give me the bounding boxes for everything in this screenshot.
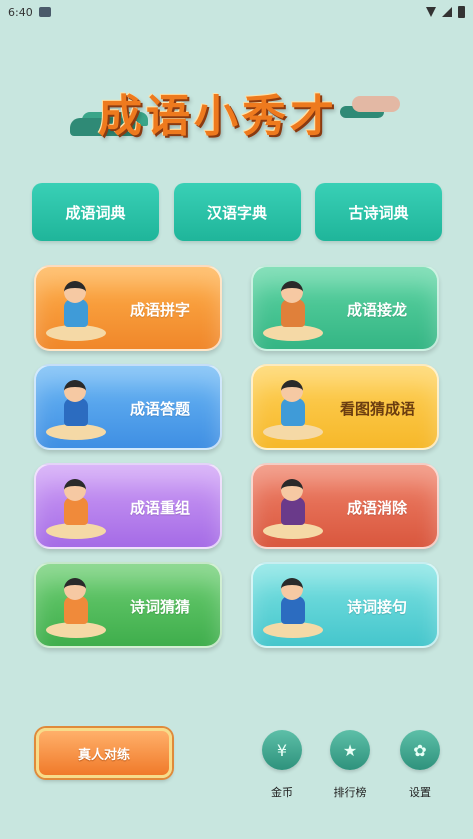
- game-card-idiom-reorder[interactable]: 成语重组: [34, 463, 222, 549]
- gear-icon: ✿: [400, 730, 440, 770]
- game-card-label: 成语消除: [346, 499, 407, 517]
- dictionary-button-label: 古诗词典: [348, 203, 409, 222]
- nav-coins[interactable]: ¥ 金币: [257, 730, 307, 800]
- game-card-poetry-continue[interactable]: 诗词接句: [251, 562, 439, 648]
- game-card-label: 成语答题: [129, 400, 190, 418]
- live-match-button[interactable]: 真人对练: [36, 728, 172, 778]
- game-card-label: 诗词猜猜: [129, 598, 190, 616]
- idiom-dictionary-button[interactable]: 成语词典: [32, 183, 159, 241]
- character-illustration: [263, 578, 325, 638]
- character-illustration: [263, 380, 325, 440]
- character-illustration: [46, 281, 108, 341]
- game-card-label: 成语接龙: [346, 301, 407, 319]
- game-card-idiom-spelling[interactable]: 成语拼字: [34, 265, 222, 351]
- game-card-idiom-eliminate[interactable]: 成语消除: [251, 463, 439, 549]
- dictionary-button-label: 汉语字典: [206, 203, 267, 222]
- character-illustration: [46, 380, 108, 440]
- nav-leaderboard[interactable]: ★ 排行榜: [325, 730, 375, 800]
- game-card-label: 成语重组: [129, 499, 190, 517]
- nav-label: 金币: [271, 786, 293, 799]
- coin-bag-icon: ¥: [262, 730, 302, 770]
- chinese-dictionary-button[interactable]: 汉语字典: [173, 183, 301, 241]
- game-card-idiom-chain[interactable]: 成语接龙: [251, 265, 439, 351]
- app-title: 成语小秀才: [98, 91, 338, 142]
- live-match-label: 真人对练: [77, 747, 130, 763]
- nav-label: 设置: [409, 786, 431, 799]
- medal-icon: ★: [330, 730, 370, 770]
- dictionary-row: 成语词典 汉语字典 古诗词典: [32, 183, 442, 241]
- game-card-label: 诗词接句: [346, 598, 407, 616]
- poetry-dictionary-button[interactable]: 古诗词典: [315, 183, 442, 241]
- game-card-label: 看图猜成语: [339, 400, 415, 418]
- game-card-label: 成语拼字: [129, 301, 190, 319]
- game-card-poetry-guess[interactable]: 诗词猜猜: [34, 562, 222, 648]
- dictionary-button-label: 成语词典: [65, 203, 126, 222]
- game-card-picture-guess[interactable]: 看图猜成语: [251, 364, 439, 450]
- status-time: 6:40: [8, 5, 33, 19]
- character-illustration: [263, 281, 325, 341]
- nav-settings[interactable]: ✿ 设置: [395, 730, 445, 800]
- wifi-icon: [426, 7, 436, 17]
- character-illustration: [46, 479, 108, 539]
- nav-label: 排行榜: [333, 786, 367, 799]
- app-notification-icon: [38, 7, 51, 17]
- game-card-idiom-quiz[interactable]: 成语答题: [34, 364, 222, 450]
- app-title-banner: 成语小秀才: [70, 70, 400, 145]
- signal-icon: [442, 7, 452, 17]
- character-illustration: [46, 578, 108, 638]
- battery-icon: [458, 6, 465, 18]
- cloud-decoration-right: [352, 96, 400, 112]
- status-icons: [426, 6, 465, 18]
- character-illustration: [263, 479, 325, 539]
- status-bar: 6:40: [0, 0, 473, 24]
